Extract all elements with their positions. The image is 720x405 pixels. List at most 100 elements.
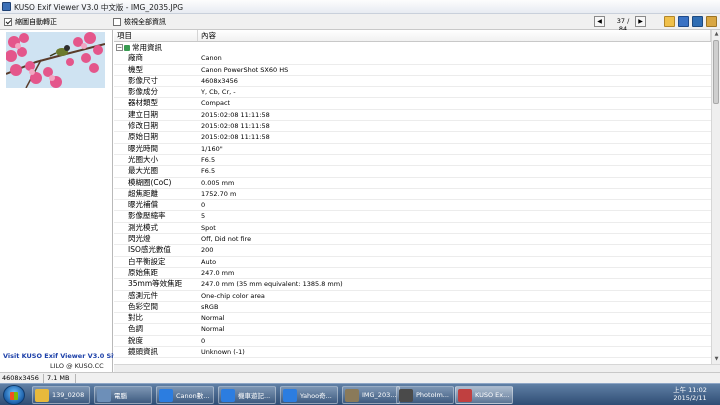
table-row[interactable]: 色彩空間 sRGB <box>114 302 711 314</box>
group-common-info[interactable]: − 常用資訊 <box>114 42 711 53</box>
table-row[interactable]: 器材類型 Compact <box>114 98 711 110</box>
table-header: 項目 內容 <box>114 30 711 42</box>
collapse-icon[interactable]: − <box>116 44 123 52</box>
row-key: 銳度 <box>128 335 143 345</box>
table-row[interactable]: 白平衡設定 Auto <box>114 257 711 268</box>
table-row[interactable]: 感測元件 One-chip color area <box>114 291 711 302</box>
row-value: 0.005 mm <box>201 178 235 187</box>
info-icon[interactable] <box>706 16 717 27</box>
show-all-info-checkbox[interactable]: 檢視全部資訊 <box>113 17 166 27</box>
row-key: 鏡頭資訊 <box>128 347 158 357</box>
checkbox-unchecked-icon[interactable] <box>113 18 121 26</box>
table-row[interactable]: 修改日期 2015:02:08 11:11:58 <box>114 121 711 133</box>
table-row[interactable]: 建立日期 2015:02:08 11:11:58 <box>114 110 711 122</box>
row-value: Off, Did not fire <box>201 235 252 244</box>
title-bar: KUSO Exif Viewer V3.0 中文版 - IMG_2035.JPG <box>0 0 720 14</box>
row-value: 247.0 mm (35 mm equivalent: 1385.8 mm) <box>201 280 343 289</box>
taskbar-button[interactable]: Yahoo奇... <box>280 386 338 404</box>
kuso-icon <box>458 388 472 402</box>
table-row[interactable]: 廠商 Canon <box>114 53 711 65</box>
scroll-up-arrow-icon[interactable]: ▲ <box>712 30 720 39</box>
thumbnail-panel: Visit KUSO Exif Viewer V3.0 Site LILO @ … <box>0 30 121 372</box>
row-key: 對比 <box>128 313 143 323</box>
ie-icon <box>221 388 235 402</box>
visit-site-link[interactable]: Visit KUSO Exif Viewer V3.0 Site <box>3 352 121 360</box>
author-credit: LILO @ KUSO.CC <box>50 362 104 370</box>
clock[interactable]: 上午 11:02 2015/2/11 <box>670 386 710 402</box>
table-row[interactable]: 原始日期 2015:02:08 11:11:58 <box>114 132 711 144</box>
table-row[interactable]: 對比 Normal <box>114 313 711 325</box>
table-row[interactable]: 鏡頭資訊 Unknown (-1) <box>114 347 711 359</box>
clock-time: 上午 11:02 <box>673 386 707 394</box>
taskbar-button[interactable]: PhotoIm... <box>396 386 454 404</box>
row-key: 超焦距離 <box>128 188 158 198</box>
scroll-down-arrow-icon[interactable]: ▼ <box>712 355 720 364</box>
row-value: 1752.70 m <box>201 189 237 198</box>
row-value: 5 <box>201 212 206 221</box>
taskbar-button[interactable]: KUSO Ex... <box>455 386 513 404</box>
row-value: 2015:02:08 11:11:58 <box>201 122 270 131</box>
table-row[interactable]: ISO感光數值 200 <box>114 245 711 257</box>
table-row[interactable]: 影像尺寸 4608x3456 <box>114 76 711 88</box>
row-value: 0 <box>201 336 206 345</box>
next-button[interactable]: ▶ <box>635 16 646 27</box>
save-icon[interactable] <box>678 16 689 27</box>
previous-button[interactable]: ◀ <box>594 16 605 27</box>
horizontal-scrollbar[interactable] <box>114 364 720 372</box>
row-key: 原始日期 <box>128 132 158 142</box>
table-row[interactable]: 最大光圈 F6.5 <box>114 166 711 178</box>
row-value: 200 <box>201 246 214 255</box>
table-row[interactable]: 曝光時間 1/160" <box>114 144 711 155</box>
column-header-item[interactable]: 項目 <box>114 30 198 41</box>
table-row[interactable]: 光圈大小 F6.5 <box>114 154 711 167</box>
start-button[interactable] <box>3 385 25 405</box>
vertical-scrollbar[interactable]: ▲ ▼ <box>711 30 720 364</box>
table-row[interactable]: 閃光燈 Off, Did not fire <box>114 234 711 246</box>
table-row[interactable]: 銳度 0 <box>114 335 711 348</box>
table-row[interactable]: 35mm等效焦距 247.0 mm (35 mm equivalent: 1385… <box>114 279 711 291</box>
disk-icon[interactable] <box>692 16 703 27</box>
row-key: 影像成分 <box>128 87 158 97</box>
row-value: One-chip color area <box>201 291 265 300</box>
taskbar-button[interactable]: Canon數... <box>156 386 214 404</box>
taskbar-button-label: IMG_203... <box>362 391 397 399</box>
row-value: 1/160" <box>201 144 223 153</box>
row-value: 2015:02:08 11:11:58 <box>201 133 270 142</box>
table-row[interactable]: 曝光補償 0 <box>114 200 711 212</box>
table-row[interactable]: 測光模式 Spot <box>114 222 711 235</box>
table-row[interactable]: 影像壓縮率 5 <box>114 211 711 223</box>
taskbar-button[interactable]: 電腦 <box>94 386 152 404</box>
row-key: 光圈大小 <box>128 154 158 164</box>
show-all-info-label: 檢視全部資訊 <box>124 18 166 26</box>
open-folder-icon[interactable] <box>664 16 675 27</box>
table-row[interactable]: 原始焦距 247.0 mm <box>114 268 711 280</box>
table-row[interactable]: 模糊圈(CoC) 0.005 mm <box>114 178 711 189</box>
folder-icon <box>35 388 49 402</box>
checkbox-checked-icon[interactable] <box>4 18 12 26</box>
auto-rotate-checkbox[interactable]: 縮圖自動轉正 <box>4 17 57 27</box>
row-value: Spot <box>201 223 216 232</box>
taskbar-button[interactable]: 139_0208 <box>32 386 90 404</box>
app-icon <box>2 2 11 11</box>
column-header-content[interactable]: 內容 <box>198 30 711 41</box>
image-icon <box>345 388 359 402</box>
row-value: F6.5 <box>201 167 216 176</box>
taskbar-button[interactable]: 機車遊記... <box>218 386 276 404</box>
row-key: 白平衡設定 <box>128 256 166 266</box>
photo-thumbnail[interactable] <box>6 32 105 88</box>
status-filesize: 7.1 MB <box>47 374 70 382</box>
table-row[interactable]: 影像成分 Y, Cb, Cr, - <box>114 87 711 99</box>
exif-table: 項目 內容 − 常用資訊 廠商 Canon 機型 Canon PowerShot SX… <box>114 30 711 364</box>
row-value: Y, Cb, Cr, - <box>201 88 236 97</box>
row-key: 模糊圈(CoC) <box>128 177 172 187</box>
row-key: 測光模式 <box>128 222 158 232</box>
taskbar-button-label: 139_0208 <box>52 391 85 399</box>
taskbar-button[interactable]: IMG_203... <box>342 386 400 404</box>
group-label: 常用資訊 <box>132 43 162 53</box>
scrollbar-thumb[interactable] <box>713 40 719 104</box>
table-row[interactable]: 超焦距離 1752.70 m <box>114 188 711 201</box>
table-row[interactable]: 色調 Normal <box>114 324 711 336</box>
row-key: 35mm等效焦距 <box>128 279 183 289</box>
row-value: Canon <box>201 54 222 63</box>
table-row[interactable]: 機型 Canon PowerShot SX60 HS <box>114 65 711 76</box>
